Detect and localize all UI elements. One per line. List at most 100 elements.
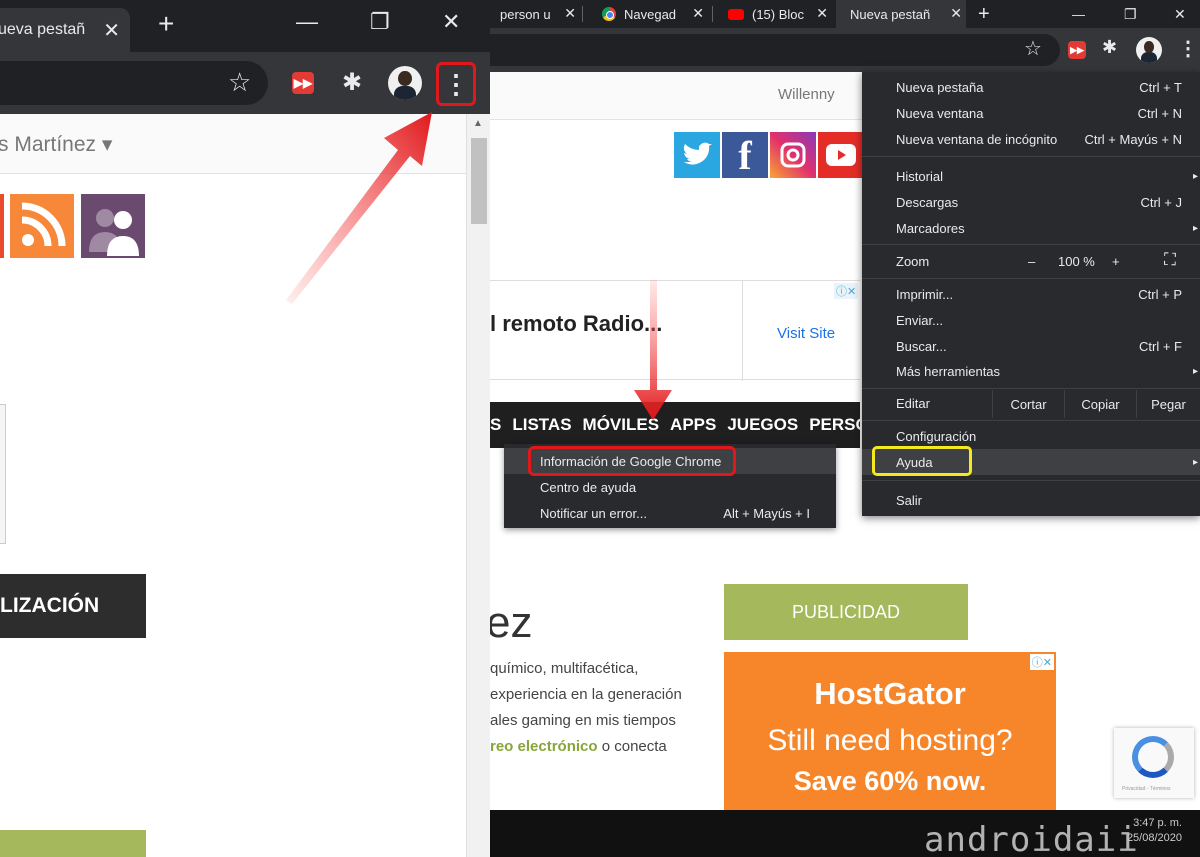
dark-banner-button[interactable]: LIZACIÓN [0,574,146,638]
facebook-icon[interactable]: f [722,132,768,178]
zoom-out-button[interactable]: – [1028,254,1035,269]
menu-item-more-tools[interactable]: Más herramientas ▸ [862,358,1200,384]
close-window-icon[interactable]: ✕ [1174,0,1190,28]
tab-nueva-pestana[interactable]: Nueva pestañ ✕ [836,0,966,28]
toolbar: ☆ ▶▶ ✱ [0,52,490,114]
social-icon-edge[interactable] [0,194,4,258]
minimize-icon[interactable]: — [1072,0,1088,28]
menu-button-highlight[interactable]: ⋮ [436,62,476,106]
menu-item-shortcut: Ctrl + N [1137,105,1182,121]
tab-youtube[interactable]: (15) Bloc ✕ [720,0,832,28]
tab-new-tab[interactable]: ueva pestañ ✕ [0,8,130,52]
menu-item-bookmarks[interactable]: Marcadores ▸ [862,215,1200,241]
menu-item-label: Nueva ventana [896,105,984,121]
watermark-logo: androidaii [924,820,1139,857]
extensions-puzzle-icon[interactable]: ✱ [1102,37,1117,58]
menu-item-label: Buscar... [896,338,947,354]
kebab-menu-icon[interactable]: ⋮ [1178,36,1198,61]
tab-person[interactable]: person u ✕ [490,0,580,28]
kebab-menu-icon[interactable]: ⋮ [443,71,469,97]
menu-divider [862,388,1200,389]
scroll-up-icon[interactable]: ▲ [473,118,483,129]
tab-navegador[interactable]: Navegad ✕ [590,0,708,28]
username-dropdown[interactable]: s Martínez ▾ [0,132,112,157]
menu-item-incognito[interactable]: Nueva ventana de incógnito Ctrl + Mayús … [862,126,1200,152]
adchoices-icon[interactable]: ⓘ✕ [1029,654,1054,670]
address-bar[interactable] [490,34,1060,66]
profile-avatar[interactable] [1136,37,1162,63]
restore-icon[interactable]: ❐ [1124,0,1140,28]
cut-button[interactable]: Cortar [992,390,1064,418]
recaptcha-badge[interactable]: Privacidad - Términos [1114,728,1194,798]
close-tab-icon[interactable]: ✕ [950,5,962,22]
menu-item-label: Enviar... [896,312,943,328]
extension-icon[interactable]: ▶▶ [1068,41,1086,59]
new-tab-button[interactable]: + [978,0,998,28]
menu-item-shortcut: Ctrl + P [1138,286,1182,302]
ad-banner[interactable]: l remoto Radio... Visit Site ⓘ✕ [490,280,860,381]
menu-item-downloads[interactable]: Descargas Ctrl + J [862,189,1200,215]
author-name: ez [490,598,533,647]
youtube-social-icon[interactable] [818,132,864,178]
user-bar: s Martínez ▾ [0,114,466,174]
rss-icon[interactable] [10,194,74,258]
menu-item-help-center[interactable]: Centro de ayuda [504,474,836,500]
profile-avatar[interactable] [388,66,422,100]
tab-label: ueva pestañ [0,21,86,38]
chrome-icon [602,7,616,21]
menu-item-history[interactable]: Historial ▸ [862,163,1200,189]
restore-icon[interactable]: ❐ [370,8,390,36]
menu-item-cast[interactable]: Enviar... [862,307,1200,333]
minimize-icon[interactable]: — [296,8,318,36]
username-link[interactable]: Willenny [778,86,835,103]
fullscreen-icon[interactable]: ⛶ [1164,250,1176,270]
menu-item-label: Descargas [896,194,959,210]
instagram-icon[interactable] [770,132,816,178]
zoom-in-button[interactable]: + [1112,254,1120,269]
menu-divider [862,156,1200,157]
ad-title[interactable]: l remoto Radio... [490,311,662,337]
menu-item-new-window[interactable]: Nueva ventana Ctrl + N [862,100,1200,126]
close-tab-icon[interactable]: ✕ [564,5,576,22]
twitter-icon[interactable] [674,132,720,178]
nav-item[interactable]: S [490,415,501,435]
nav-item-moviles[interactable]: MÓVILES [583,415,660,435]
menu-item-print[interactable]: Imprimir... Ctrl + P [862,281,1200,307]
menu-item-report-issue[interactable]: Notificar un error... Alt + Mayús + I [504,500,836,526]
new-tab-button[interactable]: + [158,10,174,38]
bookmark-star-icon[interactable]: ☆ [228,67,251,98]
red-highlight-box [528,446,736,476]
publicidad-button[interactable]: PUBLICIDAD [724,584,968,640]
right-browser-window: person u ✕ Navegad ✕ (15) Bloc ✕ Nueva p… [490,0,1200,857]
menu-item-new-tab[interactable]: Nueva pestaña Ctrl + T [862,74,1200,100]
users-icon[interactable] [81,194,145,258]
close-tab-icon[interactable]: ✕ [816,5,828,22]
adchoices-icon[interactable]: ⓘ✕ [834,283,859,299]
visit-site-link[interactable]: Visit Site [777,325,835,342]
yellow-highlight-box [872,446,972,476]
close-window-icon[interactable]: ✕ [442,8,460,36]
nav-item-apps[interactable]: APPS [670,415,716,435]
page-content: s Martínez ▾ LIZACIÓN [0,114,466,857]
menu-item-label: Marcadores [896,220,965,236]
menu-item-exit[interactable]: Salir [862,487,1200,513]
submenu-arrow-icon: ▸ [1192,170,1198,182]
scrollbar[interactable]: ▲ [466,114,490,857]
ad-frame [0,404,6,544]
email-link[interactable]: reo electrónico [490,738,598,755]
paste-button[interactable]: Pegar [1136,390,1200,418]
hostgator-ad[interactable]: HostGator Still need hosting? Save 60% n… [724,652,1056,822]
extensions-puzzle-icon[interactable]: ✱ [342,68,362,97]
menu-item-shortcut: Alt + Mayús + I [723,505,810,521]
menu-item-find[interactable]: Buscar... Ctrl + F [862,333,1200,359]
extension-icon[interactable]: ▶▶ [292,72,314,94]
nav-item-juegos[interactable]: JUEGOS [727,415,798,435]
bio-line: experiencia en la generación [490,686,682,703]
copy-button[interactable]: Copiar [1064,390,1136,418]
close-tab-icon[interactable]: ✕ [692,5,704,22]
bookmark-star-icon[interactable]: ☆ [1024,36,1042,61]
scrollbar-thumb[interactable] [471,138,487,224]
clock-date: 25/08/2020 [1126,832,1182,844]
nav-item-listas[interactable]: LISTAS [512,415,571,435]
close-tab-icon[interactable]: ✕ [103,18,120,43]
